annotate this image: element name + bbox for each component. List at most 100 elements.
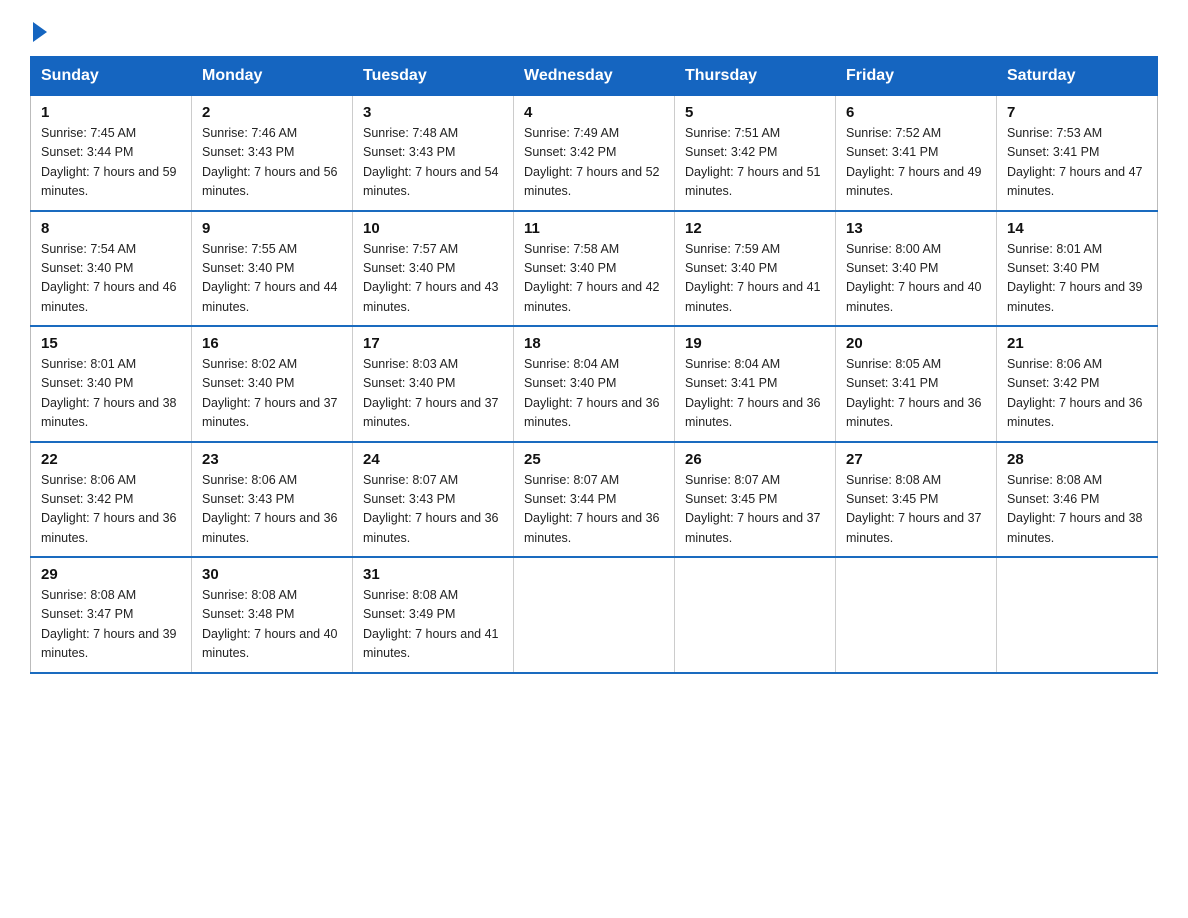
calendar-cell: 23Sunrise: 8:06 AMSunset: 3:43 PMDayligh… — [192, 442, 353, 558]
day-number: 12 — [685, 220, 825, 237]
header-tuesday: Tuesday — [353, 57, 514, 96]
day-info: Sunrise: 7:53 AMSunset: 3:41 PMDaylight:… — [1007, 124, 1147, 202]
calendar-cell: 27 Sunrise: 8:08 AMSunset: 3:45 PMDayligh… — [836, 442, 997, 558]
day-info: Sunrise: 8:08 AMSunset: 3:47 PMDaylight:… — [41, 586, 181, 664]
day-number: 14 — [1007, 220, 1147, 237]
day-info: Sunrise: 8:06 AMSunset: 3:42 PMDaylight:… — [1007, 355, 1147, 433]
day-info: Sunrise: 7:52 AMSunset: 3:41 PMDaylight:… — [846, 124, 986, 202]
day-number: 17 — [363, 335, 503, 352]
day-number: 28 — [1007, 451, 1147, 468]
calendar-cell — [514, 557, 675, 673]
calendar-cell — [836, 557, 997, 673]
calendar-cell: 18 Sunrise: 8:04 AMSunset: 3:40 PMDayligh… — [514, 326, 675, 442]
calendar-cell: 31Sunrise: 8:08 AMSunset: 3:49 PMDayligh… — [353, 557, 514, 673]
day-number: 19 — [685, 335, 825, 352]
header — [30, 20, 1158, 38]
day-info: Sunrise: 8:08 AMSunset: 3:48 PMDaylight:… — [202, 586, 342, 664]
day-number: 8 — [41, 220, 181, 237]
header-thursday: Thursday — [675, 57, 836, 96]
day-info: Sunrise: 8:03 AMSunset: 3:40 PMDaylight:… — [363, 355, 503, 433]
day-info: Sunrise: 8:05 AMSunset: 3:41 PMDaylight:… — [846, 355, 986, 433]
day-info: Sunrise: 8:00 AMSunset: 3:40 PMDaylight:… — [846, 240, 986, 318]
day-info: Sunrise: 7:54 AMSunset: 3:40 PMDaylight:… — [41, 240, 181, 318]
calendar-cell: 19 Sunrise: 8:04 AMSunset: 3:41 PMDayligh… — [675, 326, 836, 442]
day-number: 7 — [1007, 104, 1147, 121]
day-info: Sunrise: 8:02 AMSunset: 3:40 PMDaylight:… — [202, 355, 342, 433]
day-info: Sunrise: 7:46 AMSunset: 3:43 PMDaylight:… — [202, 124, 342, 202]
calendar-cell: 30 Sunrise: 8:08 AMSunset: 3:48 PMDayligh… — [192, 557, 353, 673]
calendar-cell: 28 Sunrise: 8:08 AMSunset: 3:46 PMDayligh… — [997, 442, 1158, 558]
day-number: 31 — [363, 566, 503, 583]
day-number: 16 — [202, 335, 342, 352]
calendar-cell: 21 Sunrise: 8:06 AMSunset: 3:42 PMDayligh… — [997, 326, 1158, 442]
logo — [30, 20, 47, 38]
day-number: 24 — [363, 451, 503, 468]
page: SundayMondayTuesdayWednesdayThursdayFrid… — [0, 0, 1188, 704]
day-number: 30 — [202, 566, 342, 583]
day-info: Sunrise: 7:59 AMSunset: 3:40 PMDaylight:… — [685, 240, 825, 318]
logo-triangle-icon — [33, 22, 47, 42]
calendar-cell: 10 Sunrise: 7:57 AMSunset: 3:40 PMDayligh… — [353, 211, 514, 327]
day-number: 6 — [846, 104, 986, 121]
header-sunday: Sunday — [31, 57, 192, 96]
calendar-week-row: 8 Sunrise: 7:54 AMSunset: 3:40 PMDaylight… — [31, 211, 1158, 327]
calendar-cell: 8 Sunrise: 7:54 AMSunset: 3:40 PMDaylight… — [31, 211, 192, 327]
day-number: 20 — [846, 335, 986, 352]
day-number: 22 — [41, 451, 181, 468]
calendar-cell: 13 Sunrise: 8:00 AMSunset: 3:40 PMDayligh… — [836, 211, 997, 327]
header-friday: Friday — [836, 57, 997, 96]
day-number: 27 — [846, 451, 986, 468]
calendar-cell: 20 Sunrise: 8:05 AMSunset: 3:41 PMDayligh… — [836, 326, 997, 442]
calendar-cell: 7 Sunrise: 7:53 AMSunset: 3:41 PMDaylight… — [997, 96, 1158, 211]
day-info: Sunrise: 8:08 AMSunset: 3:46 PMDaylight:… — [1007, 471, 1147, 549]
calendar-cell: 29 Sunrise: 8:08 AMSunset: 3:47 PMDayligh… — [31, 557, 192, 673]
calendar-cell: 1Sunrise: 7:45 AMSunset: 3:44 PMDaylight… — [31, 96, 192, 211]
day-info: Sunrise: 7:49 AMSunset: 3:42 PMDaylight:… — [524, 124, 664, 202]
day-info: Sunrise: 8:07 AMSunset: 3:43 PMDaylight:… — [363, 471, 503, 549]
calendar-cell: 22 Sunrise: 8:06 AMSunset: 3:42 PMDayligh… — [31, 442, 192, 558]
calendar-cell: 5 Sunrise: 7:51 AMSunset: 3:42 PMDaylight… — [675, 96, 836, 211]
day-number: 18 — [524, 335, 664, 352]
calendar-week-row: 1Sunrise: 7:45 AMSunset: 3:44 PMDaylight… — [31, 96, 1158, 211]
day-info: Sunrise: 8:07 AMSunset: 3:44 PMDaylight:… — [524, 471, 664, 549]
day-info: Sunrise: 8:04 AMSunset: 3:40 PMDaylight:… — [524, 355, 664, 433]
day-number: 11 — [524, 220, 664, 237]
day-info: Sunrise: 7:48 AMSunset: 3:43 PMDaylight:… — [363, 124, 503, 202]
calendar-cell — [675, 557, 836, 673]
day-number: 1 — [41, 104, 181, 121]
day-number: 13 — [846, 220, 986, 237]
day-number: 4 — [524, 104, 664, 121]
day-number: 23 — [202, 451, 342, 468]
day-info: Sunrise: 8:06 AMSunset: 3:42 PMDaylight:… — [41, 471, 181, 549]
day-info: Sunrise: 7:51 AMSunset: 3:42 PMDaylight:… — [685, 124, 825, 202]
day-info: Sunrise: 7:58 AMSunset: 3:40 PMDaylight:… — [524, 240, 664, 318]
calendar-cell: 24 Sunrise: 8:07 AMSunset: 3:43 PMDayligh… — [353, 442, 514, 558]
header-wednesday: Wednesday — [514, 57, 675, 96]
day-number: 9 — [202, 220, 342, 237]
day-info: Sunrise: 8:07 AMSunset: 3:45 PMDaylight:… — [685, 471, 825, 549]
day-info: Sunrise: 8:01 AMSunset: 3:40 PMDaylight:… — [41, 355, 181, 433]
calendar-cell: 2 Sunrise: 7:46 AMSunset: 3:43 PMDaylight… — [192, 96, 353, 211]
header-saturday: Saturday — [997, 57, 1158, 96]
calendar-week-row: 15 Sunrise: 8:01 AMSunset: 3:40 PMDayligh… — [31, 326, 1158, 442]
day-number: 3 — [363, 104, 503, 121]
day-info: Sunrise: 8:08 AMSunset: 3:45 PMDaylight:… — [846, 471, 986, 549]
day-number: 29 — [41, 566, 181, 583]
day-number: 26 — [685, 451, 825, 468]
day-number: 5 — [685, 104, 825, 121]
calendar-cell: 26 Sunrise: 8:07 AMSunset: 3:45 PMDayligh… — [675, 442, 836, 558]
day-info: Sunrise: 8:01 AMSunset: 3:40 PMDaylight:… — [1007, 240, 1147, 318]
day-number: 2 — [202, 104, 342, 121]
day-number: 25 — [524, 451, 664, 468]
day-info: Sunrise: 7:57 AMSunset: 3:40 PMDaylight:… — [363, 240, 503, 318]
day-number: 10 — [363, 220, 503, 237]
day-info: Sunrise: 8:04 AMSunset: 3:41 PMDaylight:… — [685, 355, 825, 433]
calendar-table: SundayMondayTuesdayWednesdayThursdayFrid… — [30, 56, 1158, 674]
calendar-cell: 9Sunrise: 7:55 AMSunset: 3:40 PMDaylight… — [192, 211, 353, 327]
calendar-cell: 16 Sunrise: 8:02 AMSunset: 3:40 PMDayligh… — [192, 326, 353, 442]
calendar-week-row: 22 Sunrise: 8:06 AMSunset: 3:42 PMDayligh… — [31, 442, 1158, 558]
calendar-cell: 17 Sunrise: 8:03 AMSunset: 3:40 PMDayligh… — [353, 326, 514, 442]
day-number: 15 — [41, 335, 181, 352]
day-number: 21 — [1007, 335, 1147, 352]
calendar-cell: 12 Sunrise: 7:59 AMSunset: 3:40 PMDayligh… — [675, 211, 836, 327]
